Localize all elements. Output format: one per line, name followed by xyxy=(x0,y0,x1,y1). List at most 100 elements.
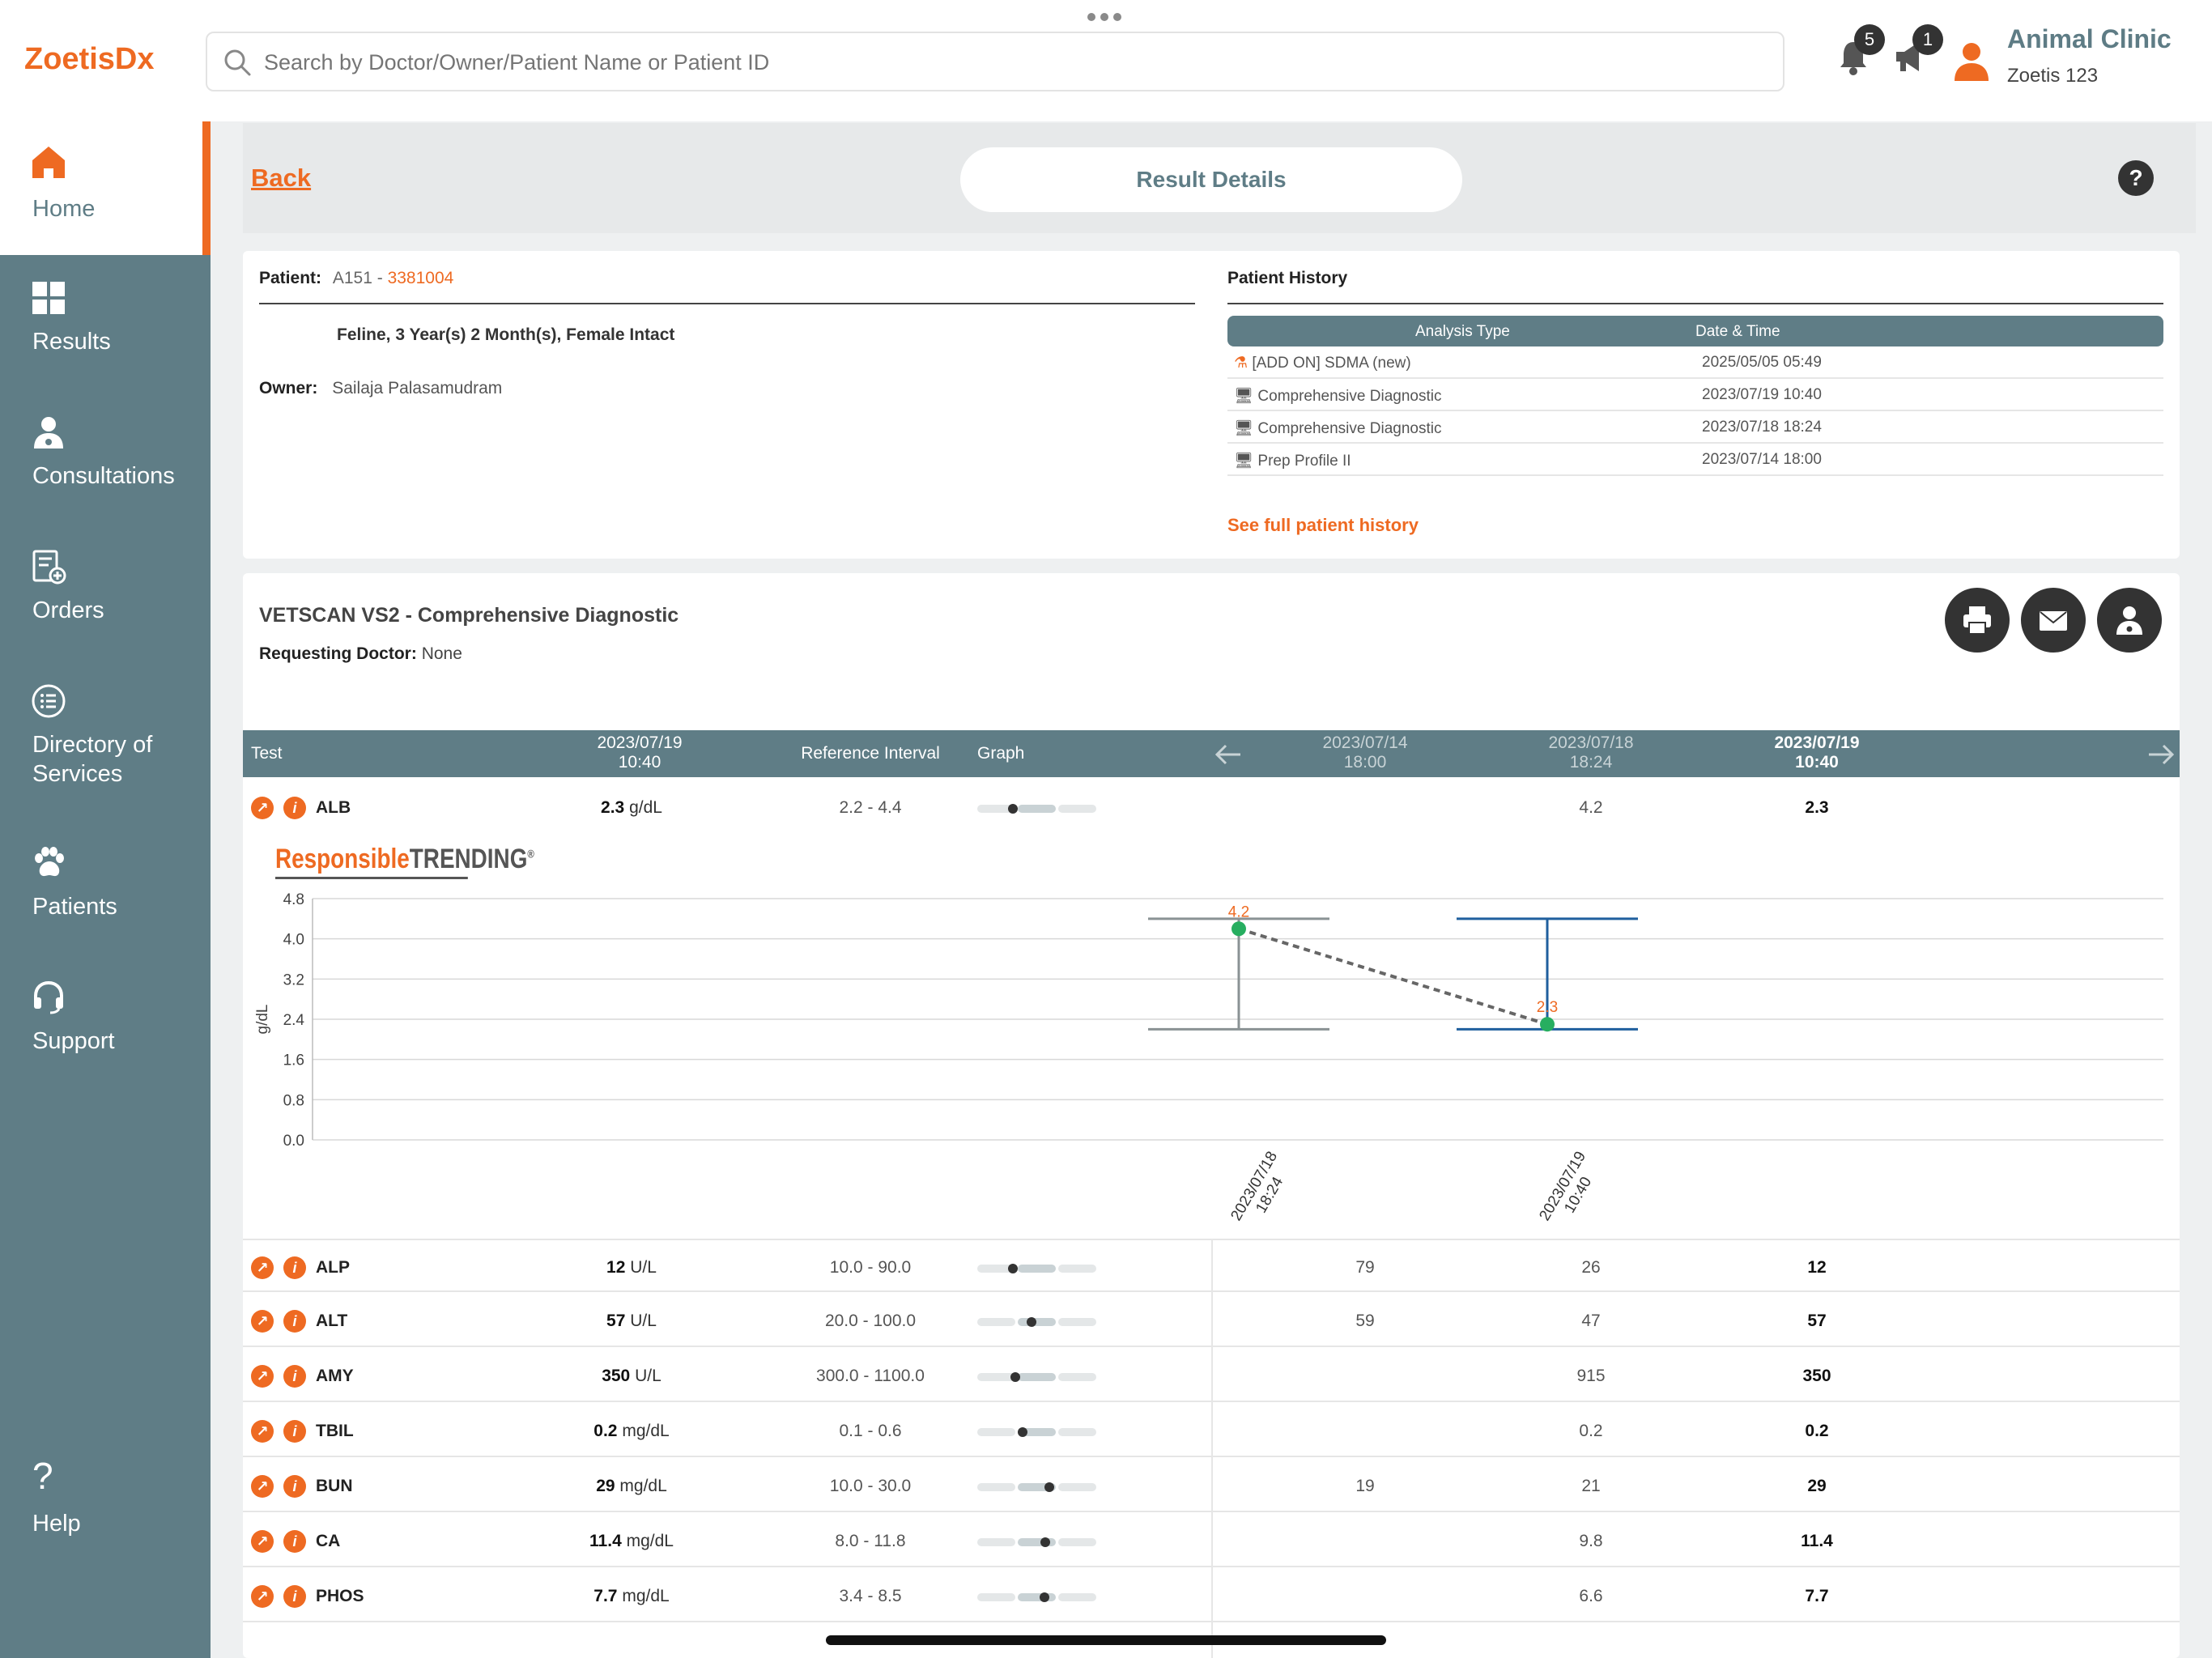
sidebar-item-label: Consultations xyxy=(32,463,175,489)
info-icon[interactable]: i xyxy=(283,1365,306,1388)
test-value: 12 U/L xyxy=(606,1258,657,1277)
range-gauge xyxy=(976,1372,1098,1382)
trend-icon[interactable]: ↗ xyxy=(251,1256,274,1279)
sidebar-item-label: Support xyxy=(32,1028,115,1054)
test-name: BUN xyxy=(316,1477,353,1495)
result-row-alt[interactable]: ↗ i ALT 57 U/L 20.0 - 100.0 59 47 57 xyxy=(243,1294,2180,1347)
history-type: 🖥 Prep Profile II xyxy=(1234,453,1351,470)
gauge-marker xyxy=(1008,1264,1018,1273)
history-value-2: 6.6 xyxy=(1579,1587,1603,1605)
top-bar: ZoetisDx 5 1 Animal Clinic Zoetis 123 xyxy=(0,0,2212,121)
user-avatar-icon[interactable] xyxy=(1953,40,1990,83)
sidebar-item-results[interactable]: Results xyxy=(0,267,211,389)
multitask-dots[interactable] xyxy=(1087,13,1121,21)
divider xyxy=(1227,303,2163,304)
trend-icon[interactable]: ↗ xyxy=(251,797,274,819)
printer-icon xyxy=(1963,606,1991,635)
result-row-tbil[interactable]: ↗ i TBIL 0.2 mg/dL 0.1 - 0.6 0.2 0.2 xyxy=(243,1404,2180,1457)
search-input[interactable] xyxy=(264,43,1762,82)
history-row[interactable]: 🖥 Comprehensive Diagnostic 2023/07/18 18… xyxy=(1227,411,2163,444)
history-row[interactable]: 🖥 Prep Profile II 2023/07/14 18:00 xyxy=(1227,444,2163,476)
sidebar-item-support[interactable]: Support xyxy=(0,967,211,1088)
col-current: 2023/07/19 10:40 xyxy=(597,733,683,772)
arrow-left-icon[interactable] xyxy=(1214,743,1242,766)
trend-icon[interactable]: ↗ xyxy=(251,1420,274,1443)
trend-icon[interactable]: ↗ xyxy=(251,1475,274,1498)
test-name: AMY xyxy=(316,1367,354,1385)
home-indicator[interactable] xyxy=(826,1635,1386,1645)
history-row[interactable]: ⚗ [ADD ON] SDMA (new) 2025/05/05 05:49 xyxy=(1227,346,2163,379)
consult-button[interactable] xyxy=(2097,588,2162,653)
print-button[interactable] xyxy=(1945,588,2010,653)
announcements-button[interactable]: 1 xyxy=(1893,24,1943,80)
sidebar-item-orders[interactable]: Orders xyxy=(0,536,211,657)
help-question-icon[interactable]: ? xyxy=(2118,160,2154,196)
gauge-segment xyxy=(977,1483,1015,1491)
test-value: 11.4 mg/dL xyxy=(589,1532,674,1550)
clinic-account: Zoetis 123 xyxy=(2007,65,2099,87)
test-name: PHOS xyxy=(316,1587,364,1605)
sidebar-item-directory[interactable]: Directory of Services xyxy=(0,670,211,816)
back-link[interactable]: Back xyxy=(251,164,311,193)
search-icon xyxy=(224,49,251,76)
trend-icon[interactable]: ↗ xyxy=(251,1365,274,1388)
gauge-segment xyxy=(1018,1318,1056,1326)
gauge-segment xyxy=(1058,1428,1096,1436)
trend-icon[interactable]: ↗ xyxy=(251,1310,274,1333)
info-icon[interactable]: i xyxy=(283,1585,306,1608)
patient-history-table: Analysis Type Date & Time ⚗ [ADD ON] SDM… xyxy=(1227,316,2163,476)
result-row-ca[interactable]: ↗ i CA 11.4 mg/dL 8.0 - 11.8 9.8 11.4 xyxy=(243,1514,2180,1567)
result-row-alb[interactable]: ↗ i ALB 2.3 g/dL 2.2 - 4.4 4.2 2.3 xyxy=(243,780,2180,834)
reference-interval: 300.0 - 1100.0 xyxy=(816,1367,925,1385)
info-icon[interactable]: i xyxy=(283,1310,306,1333)
reference-interval: 10.0 - 90.0 xyxy=(829,1258,912,1277)
owner-name: Sailaja Palasamudram xyxy=(332,379,503,397)
result-row-bun[interactable]: ↗ i BUN 29 mg/dL 10.0 - 30.0 19 21 29 xyxy=(243,1459,2180,1512)
test-value: 29 mg/dL xyxy=(596,1477,667,1495)
patient-line: Patient: A151 - 3381004 xyxy=(259,269,453,288)
arrow-right-icon[interactable] xyxy=(2147,743,2175,766)
reference-interval: 20.0 - 100.0 xyxy=(824,1312,917,1330)
info-icon[interactable]: i xyxy=(283,1420,306,1443)
envelope-icon xyxy=(2040,611,2067,631)
y-tick-label: 0.0 xyxy=(283,1133,304,1150)
gauge-segment xyxy=(1018,1593,1056,1601)
gauge-segment xyxy=(977,1373,1015,1381)
info-icon[interactable]: i xyxy=(283,1256,306,1279)
result-row-amy[interactable]: ↗ i AMY 350 U/L 300.0 - 1100.0 915 350 xyxy=(243,1349,2180,1402)
sidebar-item-help[interactable]: ? Help xyxy=(0,1449,211,1571)
trend-line xyxy=(1238,927,1548,1027)
email-button[interactable] xyxy=(2021,588,2086,653)
y-tick-label: 0.8 xyxy=(283,1092,304,1109)
monitor-icon: 🖥 xyxy=(1234,420,1254,437)
history-row[interactable]: 🖥 Comprehensive Diagnostic 2023/07/19 10… xyxy=(1227,379,2163,411)
see-full-history-link[interactable]: See full patient history xyxy=(1227,515,1419,536)
sidebar-item-label: Directory of Services xyxy=(32,732,153,787)
doctor-icon xyxy=(2116,606,2142,635)
sidebar-item-consultations[interactable]: Consultations xyxy=(0,402,211,523)
gauge-segment xyxy=(1058,1265,1096,1273)
info-icon[interactable]: i xyxy=(283,797,306,819)
notifications-button[interactable]: 5 xyxy=(1838,24,1885,80)
col-reference: Reference Interval xyxy=(801,744,940,763)
results-title: VETSCAN VS2 - Comprehensive Diagnostic xyxy=(259,604,679,627)
sidebar-item-home[interactable]: Home xyxy=(0,121,211,255)
sidebar-item-patients[interactable]: Patients xyxy=(0,832,211,954)
trend-icon[interactable]: ↗ xyxy=(251,1585,274,1608)
patient-id-link[interactable]: 3381004 xyxy=(388,269,454,287)
trend-icon[interactable]: ↗ xyxy=(251,1530,274,1553)
info-icon[interactable]: i xyxy=(283,1475,306,1498)
gauge-segment xyxy=(977,1428,1015,1436)
test-value: 7.7 mg/dL xyxy=(593,1587,670,1605)
app-logo[interactable]: ZoetisDx xyxy=(24,42,154,77)
result-row-phos[interactable]: ↗ i PHOS 7.7 mg/dL 3.4 - 8.5 6.6 7.7 xyxy=(243,1569,2180,1622)
gauge-segment xyxy=(1058,1538,1096,1546)
history-value-2: 915 xyxy=(1576,1367,1606,1385)
search-box[interactable] xyxy=(206,32,1784,91)
clinic-name[interactable]: Animal Clinic xyxy=(2007,24,2172,54)
gauge-segment xyxy=(1018,1373,1056,1381)
gauge-segment xyxy=(1018,805,1056,813)
result-row-alp[interactable]: ↗ i ALP 12 U/L 10.0 - 90.0 79 26 12 xyxy=(243,1239,2180,1292)
history-value-1: 59 xyxy=(1355,1312,1375,1330)
info-icon[interactable]: i xyxy=(283,1530,306,1553)
